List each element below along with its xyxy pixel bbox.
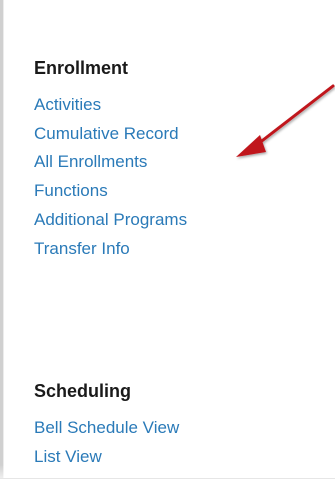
- list-item: Bell Schedule View: [34, 414, 179, 443]
- bottom-edge: [0, 478, 335, 485]
- sidebar-left-border-highlight: [3, 0, 4, 485]
- list-view-link[interactable]: List View: [34, 443, 179, 472]
- additional-programs-link[interactable]: Additional Programs: [34, 206, 187, 235]
- activities-link[interactable]: Activities: [34, 91, 187, 120]
- list-item: Activities: [34, 91, 187, 120]
- all-enrollments-link[interactable]: All Enrollments: [34, 148, 187, 177]
- functions-link[interactable]: Functions: [34, 177, 187, 206]
- scheduling-section: Scheduling Bell Schedule View List View: [34, 380, 179, 471]
- scheduling-link-list: Bell Schedule View List View: [34, 414, 179, 471]
- list-item: Functions: [34, 177, 187, 206]
- bell-schedule-view-link[interactable]: Bell Schedule View: [34, 414, 179, 443]
- list-item: List View: [34, 443, 179, 472]
- list-item: Transfer Info: [34, 235, 187, 264]
- list-item: All Enrollments: [34, 148, 187, 177]
- scheduling-heading: Scheduling: [34, 381, 132, 401]
- enrollment-link-list: Activities Cumulative Record All Enrollm…: [34, 91, 187, 263]
- enrollment-heading: Enrollment: [34, 58, 129, 78]
- enrollment-section: Enrollment Activities Cumulative Record …: [34, 57, 187, 263]
- list-item: Cumulative Record: [34, 120, 187, 149]
- cumulative-record-link[interactable]: Cumulative Record: [34, 120, 187, 149]
- list-item: Additional Programs: [34, 206, 187, 235]
- transfer-info-link[interactable]: Transfer Info: [34, 235, 187, 264]
- red-arrow-icon: [236, 84, 335, 157]
